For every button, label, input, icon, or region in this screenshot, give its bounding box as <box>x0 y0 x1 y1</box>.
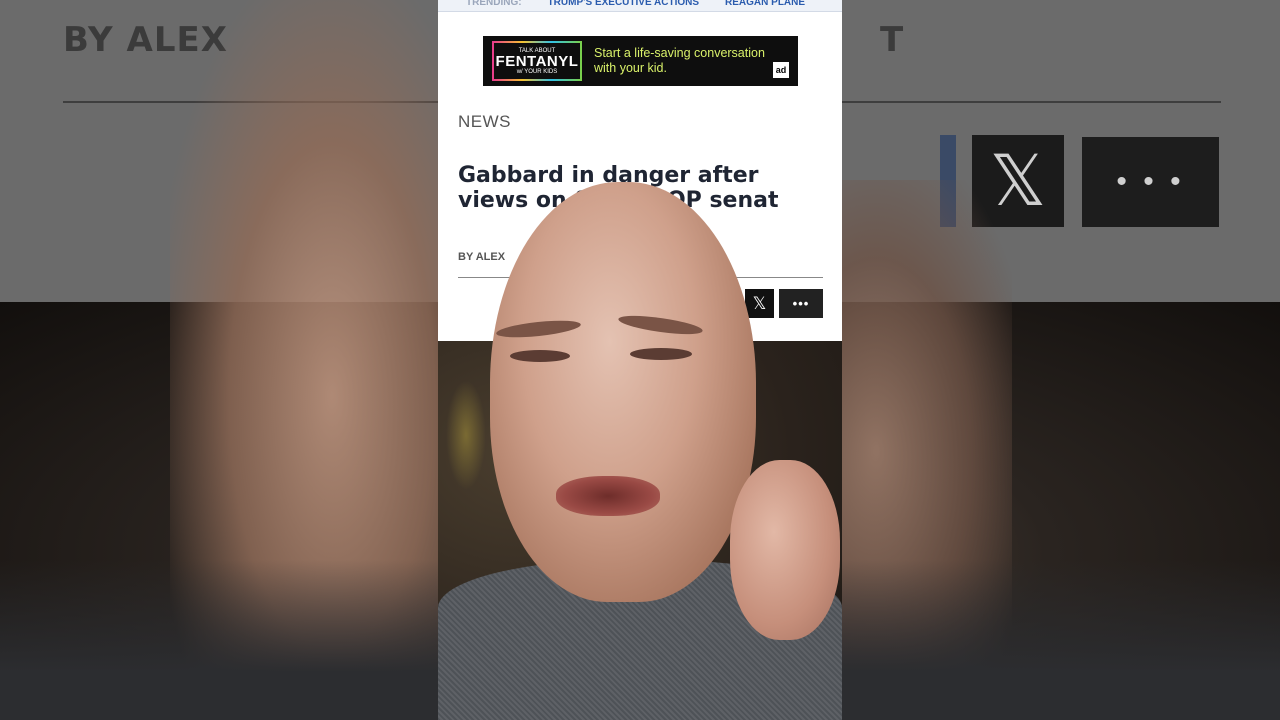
x-logo-icon: 𝕏 <box>752 293 767 314</box>
ad-logo-word: FENTANYL <box>495 52 579 70</box>
ad-logo-bottom: w/ YOUR KIDS <box>516 68 558 75</box>
trending-bar: TRENDING: TRUMP'S EXECUTIVE ACTIONS REAG… <box>438 0 842 12</box>
trending-label: TRENDING: <box>466 0 522 8</box>
x-share-button[interactable]: 𝕏 <box>745 289 774 318</box>
presenter-eye-left <box>510 350 570 362</box>
blurred-more-button: • • • <box>1082 137 1219 227</box>
ad-banner[interactable]: TALK ABOUT FENTANYL w/ YOUR KIDS Start a… <box>483 36 798 86</box>
presenter-head <box>490 182 756 602</box>
presenter-mouth <box>556 476 660 516</box>
section-label[interactable]: NEWS <box>458 112 511 132</box>
presenter-hand <box>730 460 840 640</box>
ad-text: Start a life-saving conversation with yo… <box>594 46 765 75</box>
blurred-byline-right: T <box>880 20 904 60</box>
byline: BY ALEX <box>458 251 506 263</box>
presenter-eye-right <box>630 348 692 360</box>
more-share-button[interactable]: ••• <box>779 289 823 318</box>
trending-link[interactable]: REAGAN PLANE <box>725 0 805 8</box>
background-lamp <box>446 380 486 490</box>
ad-badge-icon[interactable]: ad <box>773 62 789 78</box>
short-video-frame[interactable]: TRENDING: TRUMP'S EXECUTIVE ACTIONS REAG… <box>438 0 842 720</box>
trending-link[interactable]: TRUMP'S EXECUTIVE ACTIONS <box>548 0 699 8</box>
ad-logo: TALK ABOUT FENTANYL w/ YOUR KIDS <box>492 41 582 81</box>
